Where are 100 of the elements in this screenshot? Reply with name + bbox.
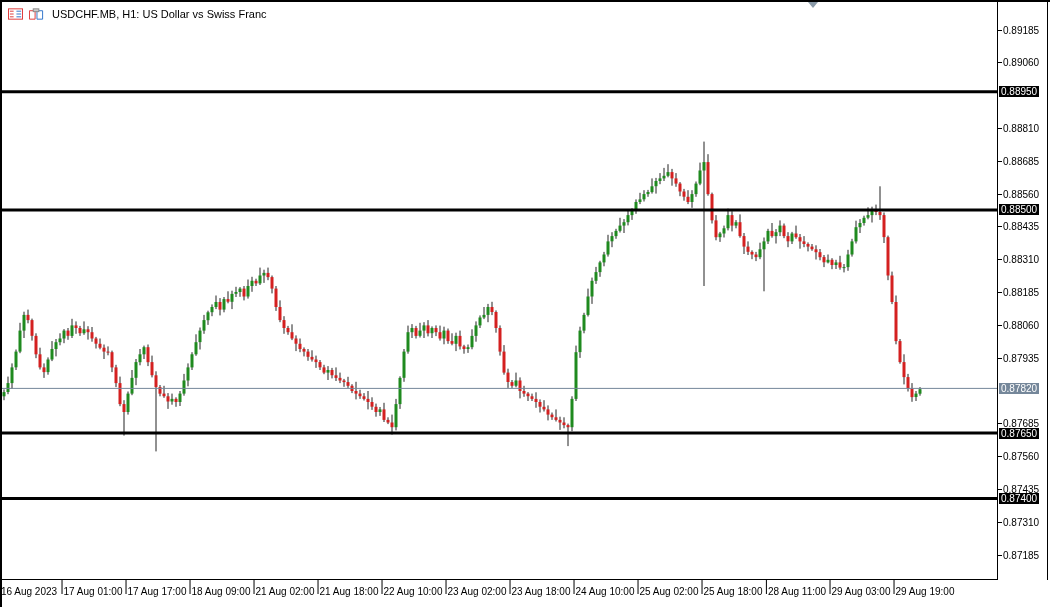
list-icon[interactable] — [8, 8, 23, 20]
candlestick — [426, 319, 430, 337]
candlestick — [246, 279, 250, 300]
candlestick — [94, 336, 98, 349]
candlestick — [382, 402, 386, 423]
time-label: 29 Aug 03:00 — [831, 586, 891, 597]
price-level-line[interactable] — [2, 90, 997, 94]
triangle-icon[interactable] — [808, 2, 818, 8]
price-label: 0.88560 — [1003, 188, 1040, 200]
candlestick — [430, 325, 434, 339]
time-label: 25 Aug 18:00 — [703, 586, 763, 597]
candlestick — [822, 254, 826, 268]
candlestick — [226, 290, 230, 304]
candlestick — [650, 177, 654, 195]
price-label: 0.87935 — [1003, 352, 1040, 364]
price-label: 0.88810 — [1003, 123, 1040, 134]
candlestick — [806, 241, 810, 252]
candlestick — [702, 141, 706, 287]
price-label: 0.89060 — [1003, 57, 1040, 69]
candlestick — [306, 348, 310, 362]
time-label: 22 Aug 10:00 — [383, 586, 443, 597]
candlestick — [302, 346, 306, 357]
candlestick — [558, 416, 562, 431]
candlestick — [354, 381, 358, 400]
candlestick — [346, 376, 350, 389]
time-label: 18 Aug 09:00 — [191, 586, 251, 597]
candlestick — [438, 325, 442, 342]
candlestick — [802, 235, 806, 248]
time-label: 16 Aug 2023 — [0, 586, 58, 597]
price-label: 0.87560 — [1003, 451, 1040, 463]
candlestick — [750, 249, 754, 260]
candlestick — [454, 332, 458, 352]
candlestick — [434, 324, 438, 337]
time-label: 23 Aug 18:00 — [511, 586, 571, 597]
candlestick — [798, 233, 802, 250]
candlestick — [606, 234, 610, 258]
time-label: 24 Aug 10:00 — [575, 586, 635, 597]
candlestick — [214, 295, 218, 310]
candlestick — [330, 367, 334, 379]
candlestick — [534, 391, 538, 409]
candlestick — [458, 330, 462, 350]
price-label: 0.87310 — [1003, 516, 1040, 528]
candlestick — [450, 332, 454, 346]
price-label: 0.88310 — [1003, 254, 1040, 266]
window-icon[interactable] — [29, 8, 44, 20]
candlestick — [338, 372, 342, 384]
time-label: 21 Aug 18:00 — [319, 586, 379, 597]
candlestick — [418, 322, 422, 338]
candlestick — [734, 219, 738, 229]
candlestick — [66, 327, 70, 341]
candlestick — [814, 244, 818, 260]
candlestick — [686, 189, 690, 205]
candlestick — [834, 259, 838, 270]
candlestick — [682, 188, 686, 202]
candlestick — [638, 192, 642, 205]
time-label: 29 Aug 19:00 — [895, 586, 955, 597]
price-level-label: 0.87820 — [999, 382, 1040, 394]
price-label: 0.87685 — [1003, 418, 1040, 430]
candlestick — [422, 321, 426, 339]
candlestick — [538, 398, 542, 413]
time-label: 17 Aug 01:00 — [63, 586, 123, 597]
candlestick — [486, 303, 490, 323]
candlestick — [642, 189, 646, 202]
candlestick — [546, 404, 550, 421]
candlestick — [318, 359, 322, 371]
candlestick — [142, 345, 146, 360]
candlestick — [830, 257, 834, 270]
candlestick — [250, 276, 254, 293]
candlestick — [514, 372, 518, 388]
price-level-label: 0.87650 — [999, 427, 1040, 439]
candlestick — [102, 344, 106, 360]
candlestick — [374, 403, 378, 418]
time-label: 25 Aug 02:00 — [639, 586, 699, 597]
candlestick — [442, 326, 446, 345]
candlestick — [566, 423, 570, 447]
time-label: 17 Aug 17:00 — [127, 586, 187, 597]
candlestick — [174, 396, 178, 408]
price-label: 0.87435 — [1003, 483, 1040, 495]
price-level-label: 0.88950 — [999, 86, 1040, 98]
candlestick — [366, 390, 370, 410]
candlestick — [334, 366, 338, 382]
candlestick — [838, 255, 842, 271]
candlestick — [914, 390, 918, 402]
price-label: 0.88060 — [1003, 319, 1040, 331]
candlestick — [298, 338, 302, 353]
candlestick — [70, 318, 74, 339]
candlestick — [230, 290, 234, 310]
price-label: 0.89185 — [1003, 24, 1040, 36]
candlestick — [218, 297, 222, 316]
candlestick — [746, 240, 750, 256]
candlestick — [658, 172, 662, 185]
time-label: 23 Aug 02:00 — [447, 586, 507, 597]
candlestick — [78, 325, 82, 337]
candlestick — [326, 365, 330, 381]
candlestick — [86, 325, 90, 341]
price-level-line[interactable] — [2, 497, 997, 501]
price-label: 0.87185 — [1003, 549, 1040, 561]
candlestick — [866, 206, 870, 220]
chart-title: USDCHF.MB, H1: US Dollar vs Swiss Franc — [52, 8, 267, 20]
candlestick — [234, 286, 238, 298]
